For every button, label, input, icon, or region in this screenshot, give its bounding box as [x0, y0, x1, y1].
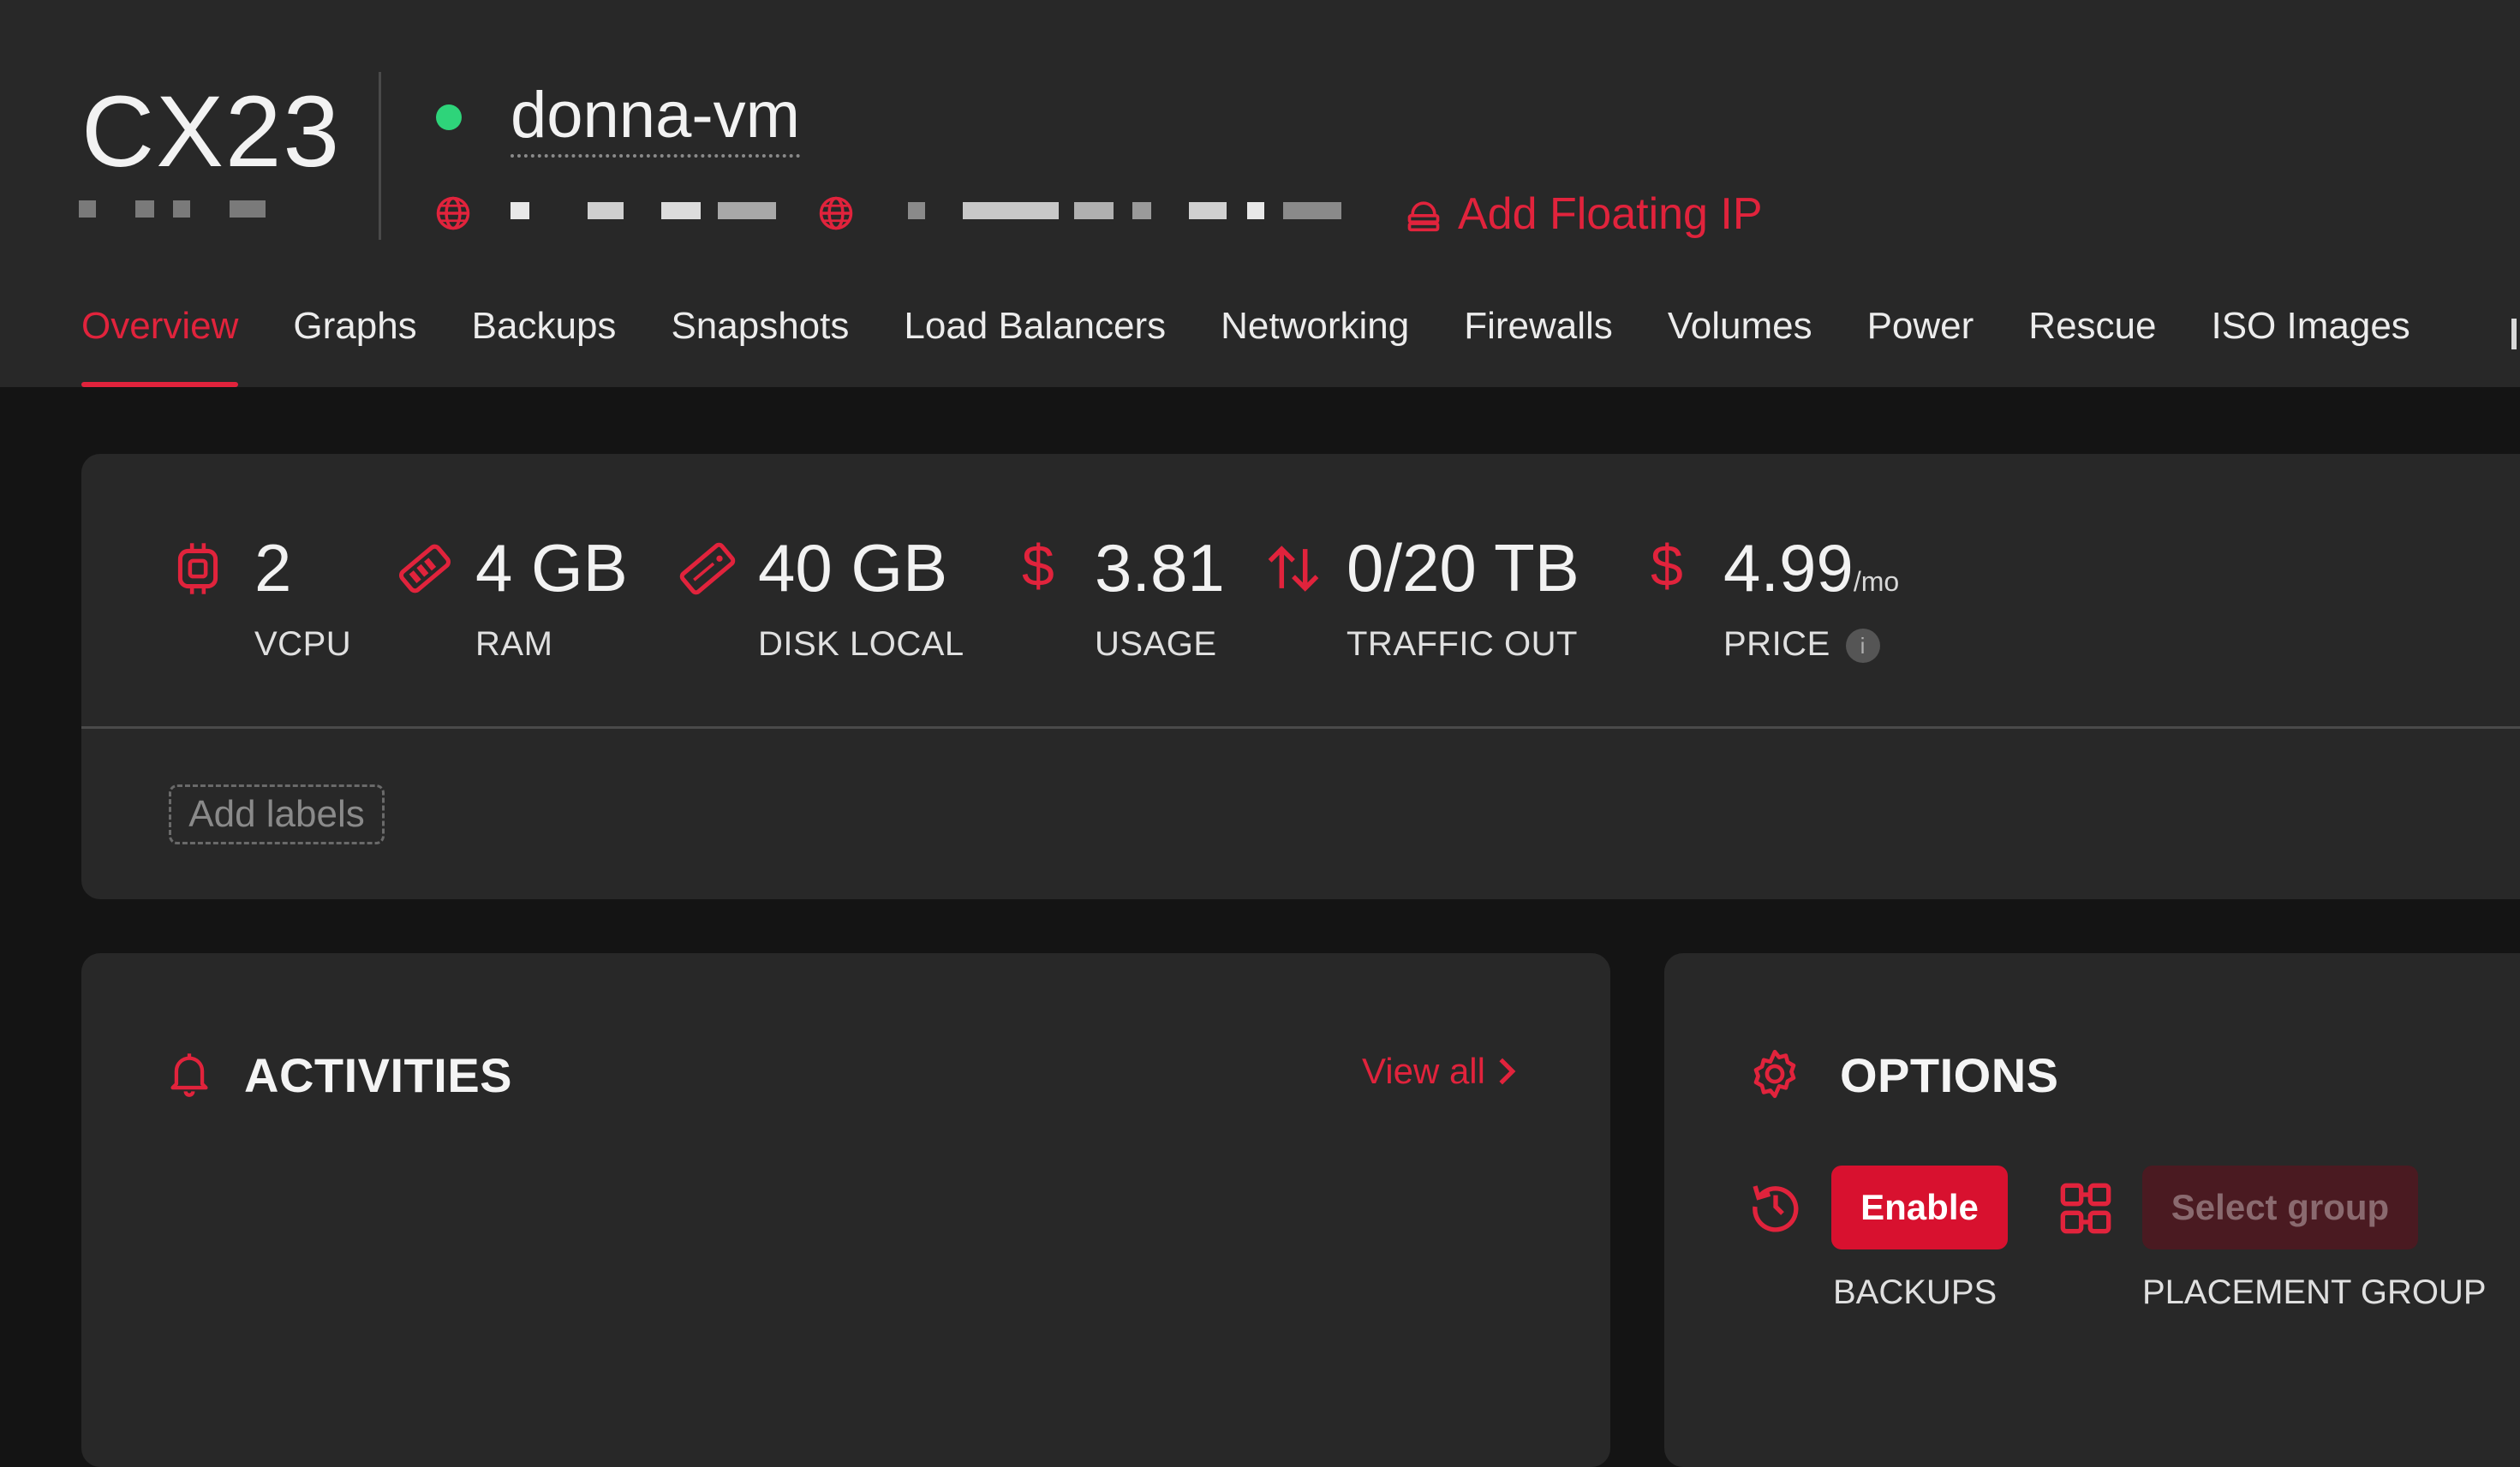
- tab-overview[interactable]: Overview: [81, 305, 266, 387]
- backups-label: BACKUPS: [1833, 1273, 1997, 1311]
- server-name[interactable]: donna-vm: [511, 79, 800, 158]
- traffic-value: 0/20 TB: [1347, 530, 1579, 605]
- enable-backups-button[interactable]: Enable: [1831, 1166, 2008, 1249]
- vcpu-label: VCPU: [254, 625, 352, 663]
- add-floating-ip-label: Add Floating IP: [1458, 189, 1763, 239]
- tab-networking[interactable]: Networking: [1193, 305, 1436, 387]
- placement-group-icon: [2060, 1183, 2111, 1234]
- add-floating-ip-button[interactable]: Add Floating IP: [1405, 187, 1763, 242]
- globe-icon: [819, 196, 853, 230]
- options-title: OPTIONS: [1840, 1048, 2059, 1102]
- traffic-arrows-icon: [1268, 546, 1319, 592]
- tab-firewalls[interactable]: Firewalls: [1436, 305, 1640, 387]
- add-labels-button[interactable]: Add labels: [169, 784, 385, 844]
- disk-value: 40 GB: [758, 530, 948, 605]
- server-header: CX23 donna-vm Add Floating IP Overview G…: [0, 0, 2520, 387]
- floating-ip-icon: [1407, 201, 1440, 232]
- usage-value: 3.81: [1095, 530, 1225, 605]
- tab-graphs[interactable]: Graphs: [266, 305, 444, 387]
- select-placement-group-button[interactable]: Select group: [2142, 1166, 2418, 1249]
- tab-snapshots[interactable]: Snapshots: [643, 305, 876, 387]
- traffic-label: TRAFFIC OUT: [1347, 625, 1578, 663]
- cpu-icon: [177, 543, 218, 594]
- placement-group-label: PLACEMENT GROUP: [2142, 1273, 2487, 1311]
- vcpu-value: 2: [254, 530, 292, 605]
- tab-iso-images[interactable]: ISO Images: [2183, 305, 2437, 387]
- tab-rescue[interactable]: Rescue: [2001, 305, 2183, 387]
- price-suffix: /mo: [1853, 566, 1900, 597]
- price-label: PRICE: [1723, 625, 1830, 663]
- tab-overflow-indicator: [2511, 319, 2517, 349]
- globe-icon: [436, 196, 470, 230]
- ram-label: RAM: [475, 625, 553, 663]
- activities-title: ACTIVITIES: [244, 1048, 513, 1102]
- header-divider: [379, 72, 381, 240]
- server-plan: CX23: [81, 75, 342, 188]
- dollar-icon: $: [1022, 534, 1054, 599]
- disk-icon: [679, 542, 736, 595]
- view-all-link[interactable]: View all: [1362, 1051, 1516, 1092]
- tab-load-balancers[interactable]: Load Balancers: [876, 305, 1193, 387]
- price-value: 4.99/mo: [1723, 529, 1899, 620]
- tab-volumes[interactable]: Volumes: [1640, 305, 1840, 387]
- price-amount: 4.99: [1723, 530, 1854, 605]
- tab-backups[interactable]: Backups: [445, 305, 644, 387]
- usage-label: USAGE: [1095, 625, 1217, 663]
- activities-card: ACTIVITIES View all: [81, 953, 1610, 1467]
- view-all-label: View all: [1362, 1051, 1485, 1091]
- gear-icon: [1753, 1049, 1796, 1099]
- server-stats-card: 2 VCPU 4 GB RAM 40 GB DISK LOCAL $ 3.81: [81, 454, 2520, 899]
- status-indicator: [436, 104, 462, 130]
- dollar-icon: $: [1651, 534, 1683, 599]
- stats-divider: [81, 726, 2520, 729]
- history-icon: [1753, 1185, 1799, 1232]
- options-card: OPTIONS Enable BACKUPS Select group PLAC…: [1664, 953, 2520, 1467]
- tab-power[interactable]: Power: [1840, 305, 2002, 387]
- info-icon[interactable]: i: [1845, 629, 1880, 664]
- chevron-right-icon: [1499, 1058, 1516, 1085]
- disk-label: DISK LOCAL: [758, 625, 964, 663]
- ram-value: 4 GB: [475, 530, 628, 605]
- bell-icon: [170, 1053, 208, 1097]
- tab-bar: Overview Graphs Backups Snapshots Load B…: [81, 305, 2438, 387]
- ram-icon: [398, 544, 451, 593]
- price-label-row: PRICE i: [1723, 625, 1880, 664]
